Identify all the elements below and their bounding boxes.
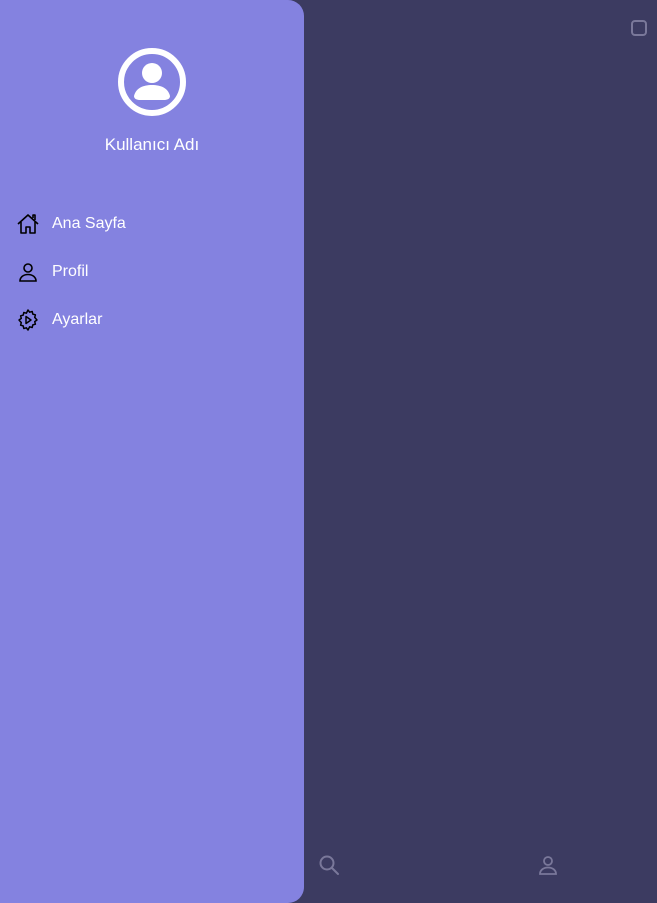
profile-icon[interactable] [536, 853, 560, 877]
settings-icon [16, 308, 40, 332]
username-label: Kullanıcı Adı [104, 135, 200, 154]
app-root: Kullanıcı Adı Ana Sayfa Profil Ayarlar [0, 0, 657, 903]
drawer-header: Kullanıcı Adı [0, 46, 304, 156]
menu-item-settings[interactable]: Ayarlar [0, 296, 304, 344]
menu-item-label: Profil [52, 263, 89, 280]
checkbox[interactable] [631, 20, 647, 36]
drawer-menu: Ana Sayfa Profil Ayarlar [0, 200, 304, 344]
account-circle-icon [118, 48, 186, 116]
search-icon[interactable] [317, 853, 341, 877]
home-icon [16, 212, 40, 236]
menu-item-home[interactable]: Ana Sayfa [0, 200, 304, 248]
menu-item-profile[interactable]: Profil [0, 248, 304, 296]
menu-item-label: Ana Sayfa [52, 215, 126, 232]
navigation-drawer: Kullanıcı Adı Ana Sayfa Profil Ayarlar [0, 0, 304, 903]
person-icon [16, 260, 40, 284]
menu-item-label: Ayarlar [52, 311, 103, 328]
